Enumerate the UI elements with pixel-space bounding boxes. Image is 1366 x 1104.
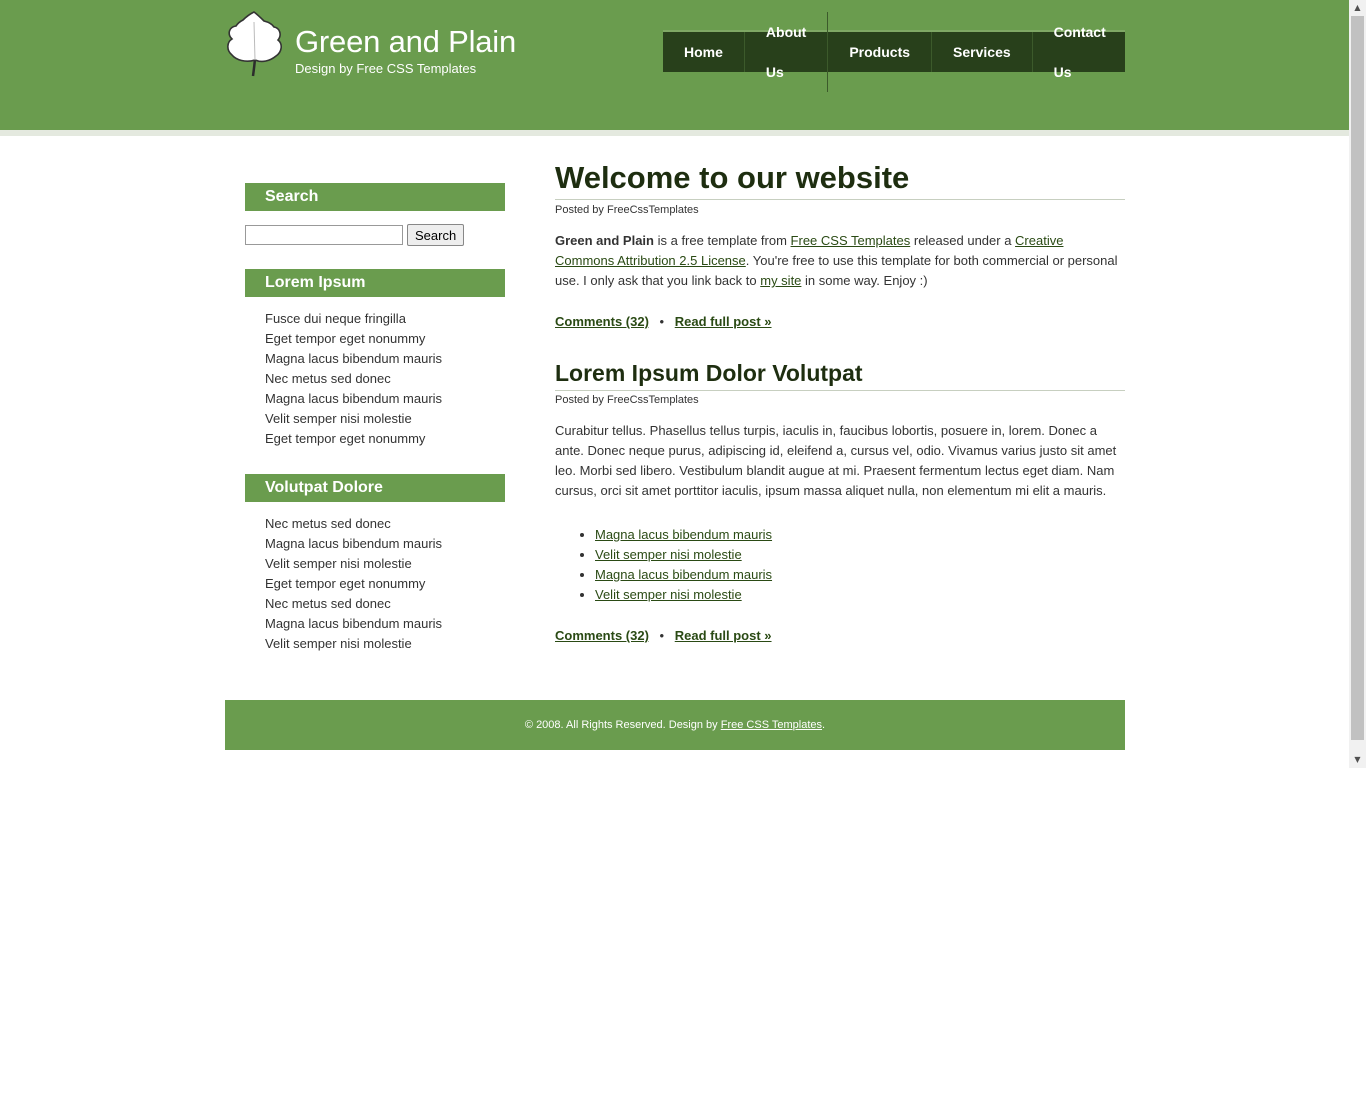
body-text: is a free template from (653, 233, 791, 248)
read-more-link[interactable]: Read full post » (675, 628, 772, 643)
meta-separator: • (659, 314, 665, 329)
scrollbar-thumb[interactable] (1351, 16, 1364, 740)
my-site-link[interactable]: my site (760, 273, 801, 288)
search-button[interactable]: Search (407, 224, 465, 246)
list-item: Magna lacus bibendum mauris (595, 565, 1125, 585)
post-list-link[interactable]: Velit semper nisi molestie (595, 587, 742, 602)
post-link-list: Magna lacus bibendum mauris Velit semper… (555, 525, 1125, 605)
list-item: Velit semper nisi molestie (265, 636, 412, 651)
arrow-down-icon[interactable]: ▼ (1349, 752, 1366, 768)
main-menu: Home About Us Products Services Contact … (663, 12, 1125, 92)
arrow-up-icon[interactable]: ▲ (1349, 0, 1366, 16)
post-lorem: Lorem Ipsum Dolor Volutpat Posted by Fre… (555, 359, 1125, 643)
list-item: Fusce dui neque fringilla (265, 311, 406, 326)
post-body: Curabitur tellus. Phasellus tellus turpi… (555, 423, 1117, 498)
list-item: Eget tempor eget nonummy (265, 576, 426, 591)
site-title: Green and Plain (295, 24, 517, 59)
body-text: in some way. Enjoy :) (801, 273, 928, 288)
list-item: Velit semper nisi molestie (595, 585, 1125, 605)
lorem-ipsum-list: Fusce dui neque fringilla Eget tempor eg… (245, 297, 505, 449)
list-item: Eget tempor eget nonummy (265, 431, 426, 446)
lorem-ipsum-heading: Lorem Ipsum (245, 269, 505, 297)
menu-item-about-us[interactable]: About Us (745, 12, 829, 92)
comments-link[interactable]: Comments (32) (555, 628, 649, 643)
list-item: Magna lacus bibendum mauris (265, 536, 443, 551)
list-item: Nec metus sed donec (265, 371, 391, 386)
header-divider (0, 130, 1349, 136)
read-more-link[interactable]: Read full post » (675, 314, 772, 329)
volutpat-dolore-list: Nec metus sed donec Magna lacus bibendum… (245, 502, 505, 654)
list-item: Magna lacus bibendum mauris (265, 351, 443, 366)
list-item: Velit semper nisi molestie (265, 556, 412, 571)
post-byline: Posted by FreeCssTemplates (555, 204, 699, 216)
footer-text-end: . (822, 719, 826, 731)
post-body: Green and Plain is a free template from … (555, 231, 1125, 291)
post-meta: Comments (32) • Read full post » (555, 314, 1125, 329)
search-form: Search (245, 224, 505, 246)
meta-separator: • (659, 628, 665, 643)
list-item: Nec metus sed donec (265, 516, 391, 531)
post-list-link[interactable]: Magna lacus bibendum mauris (595, 567, 772, 582)
comments-link[interactable]: Comments (32) (555, 314, 649, 329)
body-text: released under a (910, 233, 1016, 248)
menu-item-contact-us[interactable]: Contact Us (1033, 12, 1127, 92)
free-css-templates-link[interactable]: Free CSS Templates (791, 233, 911, 248)
menu-item-products[interactable]: Products (828, 32, 933, 72)
list-item: Magna lacus bibendum mauris (265, 616, 443, 631)
main-content: Welcome to our website Posted by FreeCss… (555, 160, 1125, 643)
post-byline: Posted by FreeCssTemplates (555, 394, 699, 406)
list-item: Velit semper nisi molestie (265, 411, 412, 426)
list-item: Velit semper nisi molestie (595, 545, 1125, 565)
post-list-link[interactable]: Magna lacus bibendum mauris (595, 527, 772, 542)
sidebar: Search Search Lorem Ipsum Fusce dui nequ… (245, 183, 505, 654)
search-input[interactable] (245, 225, 403, 245)
site-subtitle: Design by Free CSS Templates (295, 61, 477, 76)
post-title: Welcome to our website (555, 160, 1125, 200)
list-item: Magna lacus bibendum mauris (265, 391, 443, 406)
post-title: Lorem Ipsum Dolor Volutpat (555, 359, 1125, 391)
footer-link[interactable]: Free CSS Templates (721, 719, 822, 731)
footer: © 2008. All Rights Reserved. Design by F… (225, 700, 1125, 750)
list-item: Magna lacus bibendum mauris (595, 525, 1125, 545)
menu-item-services[interactable]: Services (932, 32, 1033, 72)
scrollbar[interactable]: ▲ ▼ (1349, 0, 1366, 768)
volutpat-dolore-heading: Volutpat Dolore (245, 474, 505, 502)
post-list-link[interactable]: Velit semper nisi molestie (595, 547, 742, 562)
search-heading: Search (245, 183, 505, 211)
list-item: Eget tempor eget nonummy (265, 331, 426, 346)
list-item: Nec metus sed donec (265, 596, 391, 611)
intro-bold: Green and Plain (555, 233, 654, 248)
footer-text: © 2008. All Rights Reserved. Design by (524, 719, 721, 731)
leaf-icon (224, 10, 284, 78)
page-viewport: Green and Plain Design by Free CSS Templ… (0, 0, 1349, 1104)
menu-item-home[interactable]: Home (663, 32, 745, 72)
post-welcome: Welcome to our website Posted by FreeCss… (555, 160, 1125, 329)
post-meta: Comments (32) • Read full post » (555, 628, 1125, 643)
